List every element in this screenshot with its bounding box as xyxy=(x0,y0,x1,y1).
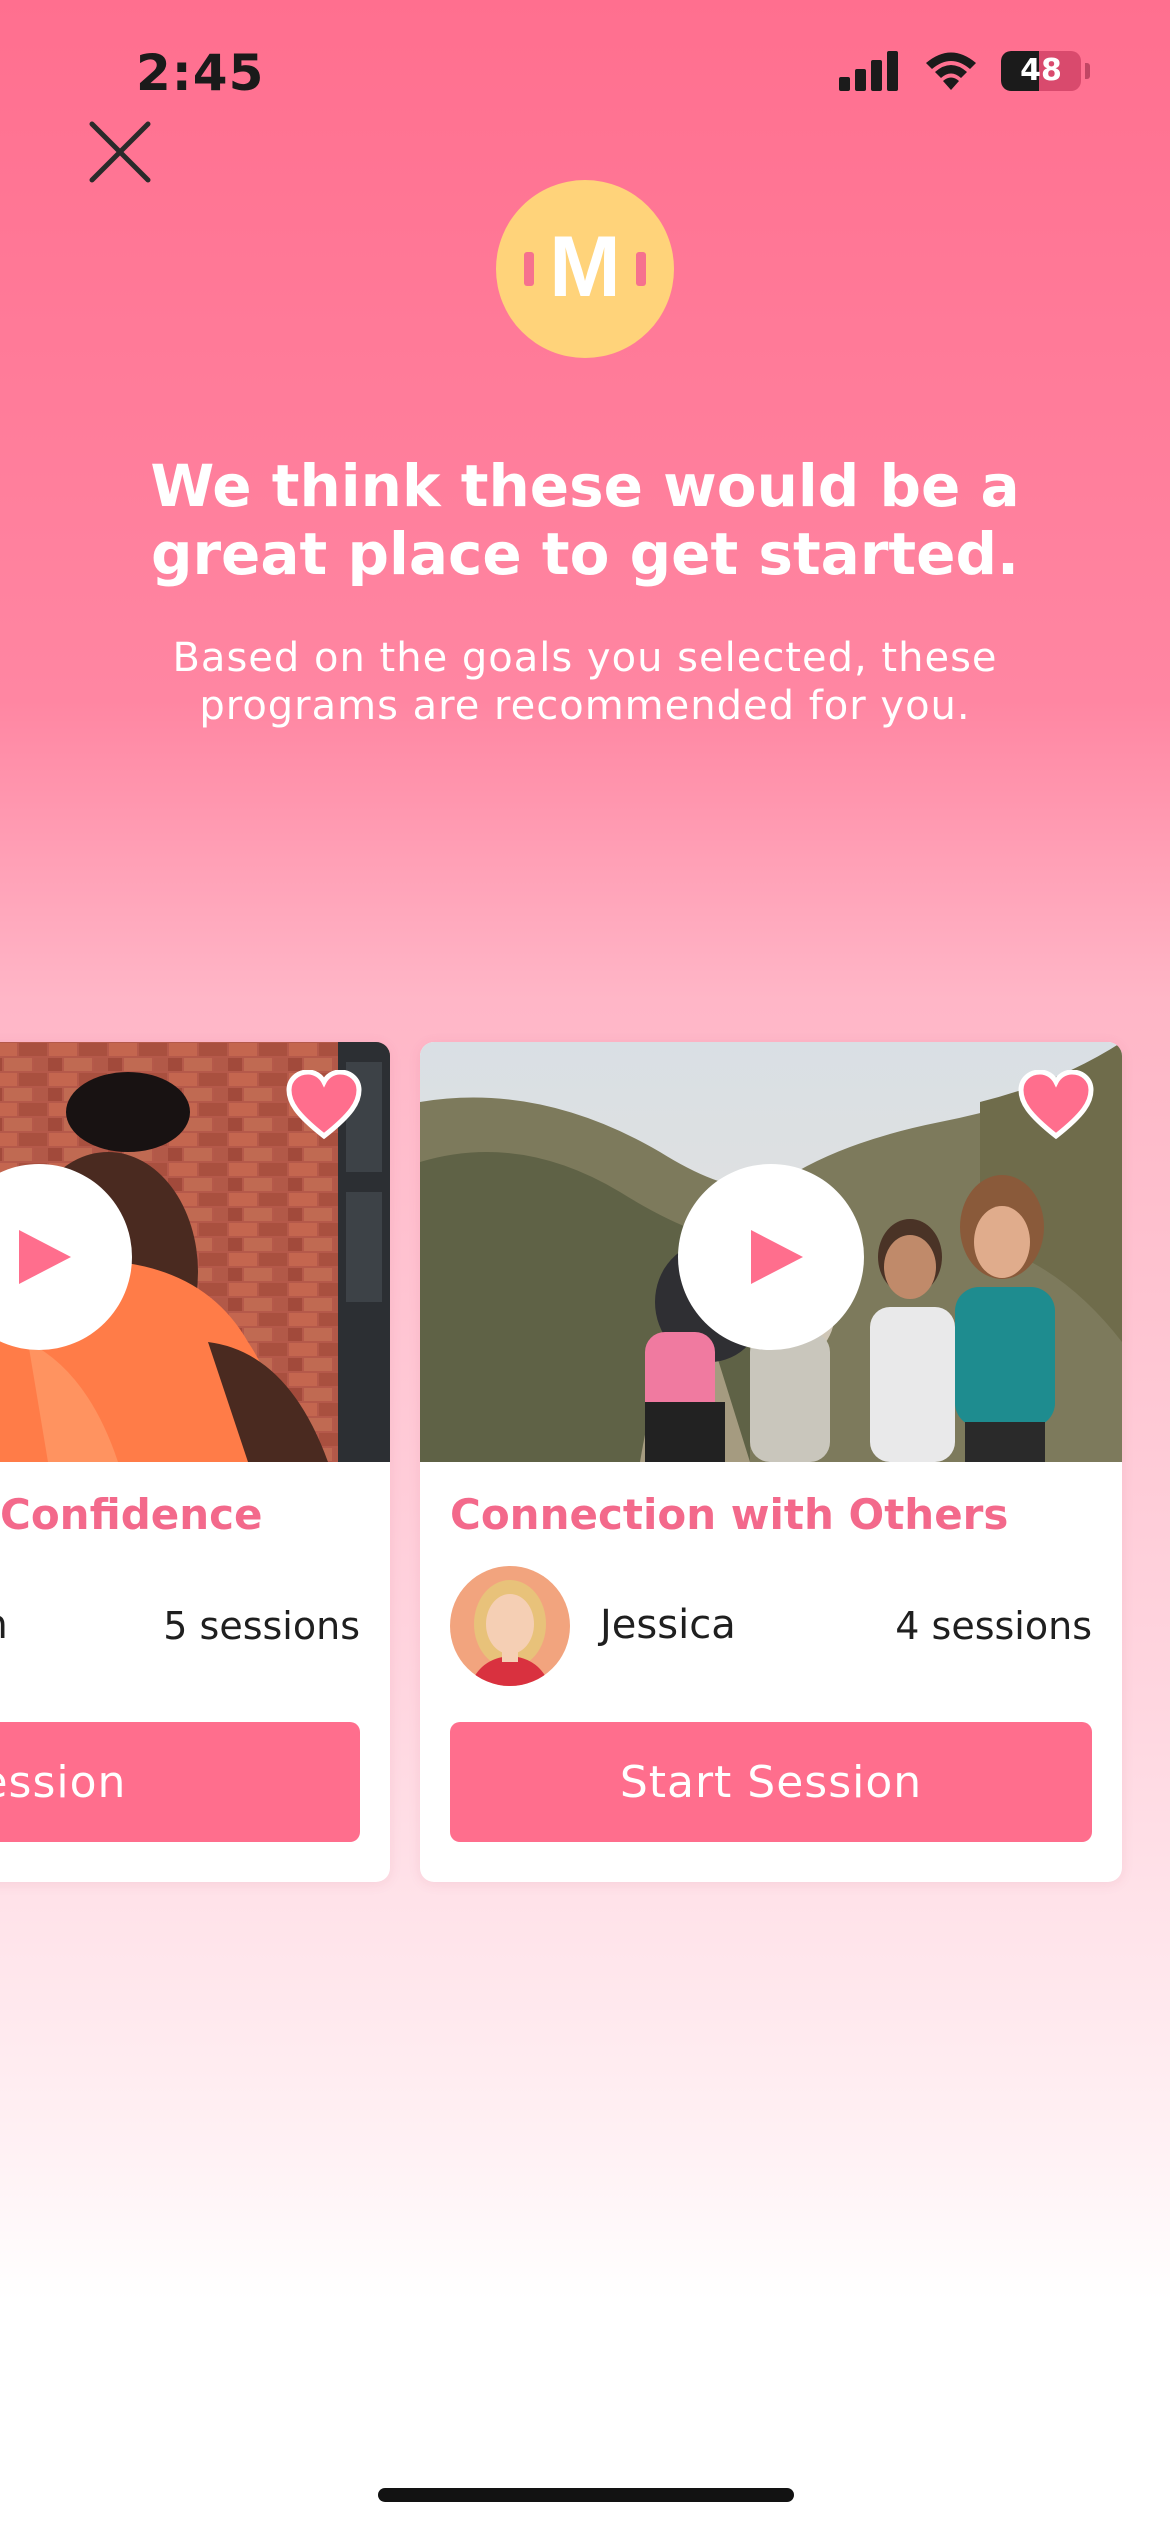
avatar-photo xyxy=(450,1566,570,1686)
play-button[interactable] xyxy=(678,1164,864,1350)
close-icon xyxy=(89,121,151,183)
status-time: 2:45 xyxy=(136,44,265,102)
status-icons: 48 xyxy=(839,50,1090,92)
program-card[interactable]: Confidence ah 5 sessions Session xyxy=(0,1042,390,1882)
favorite-heart-icon[interactable] xyxy=(286,1070,362,1140)
home-indicator xyxy=(378,2488,794,2502)
play-icon xyxy=(19,1230,71,1284)
wifi-icon xyxy=(926,52,976,90)
start-session-button[interactable]: Start Session xyxy=(450,1722,1092,1842)
session-count: 5 sessions xyxy=(163,1604,360,1648)
battery-icon: 48 xyxy=(1001,51,1081,91)
svg-text:M: M xyxy=(549,219,621,315)
program-title: Connection with Others xyxy=(450,1490,1009,1539)
program-card[interactable]: Connection with Others Jessica 4 session… xyxy=(420,1042,1122,1882)
session-count: 4 sessions xyxy=(895,1604,1092,1648)
logo-mark: M xyxy=(524,219,646,315)
battery-level: 48 xyxy=(1020,53,1062,88)
instructor-name: ah xyxy=(0,1602,8,1648)
cellular-signal-icon xyxy=(839,51,898,91)
play-button[interactable] xyxy=(0,1164,132,1350)
start-session-button[interactable]: Session xyxy=(0,1722,360,1842)
favorite-heart-icon[interactable] xyxy=(1018,1070,1094,1140)
play-icon xyxy=(751,1230,803,1284)
close-button[interactable] xyxy=(80,112,160,192)
recommended-programs-screen: 2:45 48 M We think these would be a grea… xyxy=(0,0,1170,2532)
instructor-name: Jessica xyxy=(600,1602,736,1648)
app-logo: M xyxy=(496,180,674,358)
page-title: We think these would be a great place to… xyxy=(150,452,1020,588)
battery-cap xyxy=(1085,63,1090,79)
page-subtitle: Based on the goals you selected, these p… xyxy=(172,635,998,729)
instructor-avatar xyxy=(450,1566,570,1686)
program-title: Confidence xyxy=(0,1490,263,1539)
